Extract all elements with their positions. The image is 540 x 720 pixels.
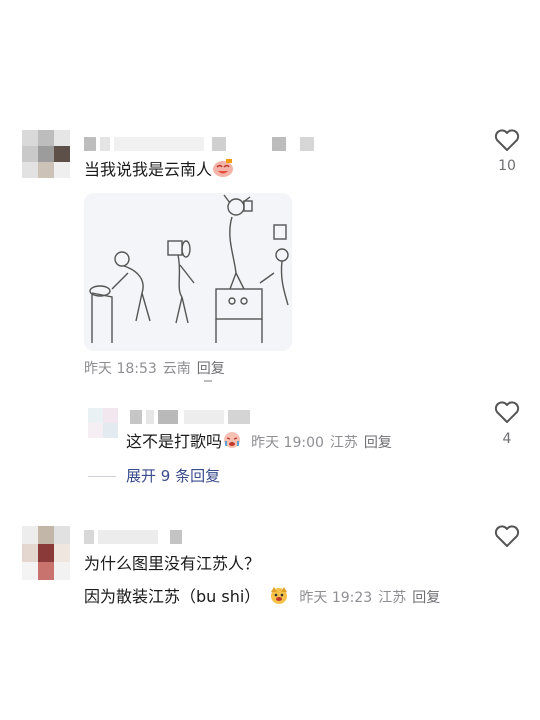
expand-divider xyxy=(88,476,116,477)
comment-image[interactable] xyxy=(84,193,292,351)
comment-location: 云南 xyxy=(162,361,191,377)
comment-location: 江苏 xyxy=(378,590,407,606)
comment-text: 当我说我是云南人 xyxy=(84,158,234,183)
reply-text-content: 这不是打歌吗 xyxy=(126,432,223,451)
crying-face-emoji xyxy=(222,430,242,455)
avatar[interactable] xyxy=(22,526,70,580)
reply-button[interactable]: 回复 xyxy=(364,435,392,451)
username-blurred[interactable] xyxy=(84,530,184,544)
reply-meta: 昨天 19:00 江苏 回复 xyxy=(251,435,398,451)
reply-text: 这不是打歌吗 昨天 19:00 江苏 回复 xyxy=(126,430,398,455)
expand-replies-link[interactable]: 展开 9 条回复 xyxy=(126,465,220,486)
reply-button[interactable]: 回复 xyxy=(197,361,225,377)
reply-location: 江苏 xyxy=(329,435,358,451)
avatar[interactable] xyxy=(22,130,70,178)
like-count: 10 xyxy=(498,158,516,174)
comment-time: 昨天 19:23 xyxy=(299,590,373,606)
comment-text-content: 因为散装江苏（bu shi） xyxy=(84,587,261,606)
like-heart-icon[interactable] xyxy=(494,128,520,152)
divider-dot xyxy=(204,380,212,382)
reply-button[interactable]: 回复 xyxy=(412,590,440,606)
like-heart-icon[interactable] xyxy=(494,400,520,424)
stick-figure-drawing xyxy=(84,193,292,351)
username-blurred[interactable] xyxy=(84,137,314,151)
like-heart-icon[interactable] xyxy=(494,524,520,548)
dog-face-emoji xyxy=(268,584,290,611)
like-count: 4 xyxy=(502,431,512,447)
face-with-tears-emoji xyxy=(212,158,234,183)
comment-text-line1: 为什么图里没有江苏人？ xyxy=(84,554,261,573)
reply-time: 昨天 19:00 xyxy=(251,435,324,451)
comment-meta: 昨天 18:53 云南 回复 xyxy=(84,360,231,378)
comment-time: 昨天 18:53 xyxy=(84,361,157,377)
comment-meta: 昨天 19:23 江苏 回复 xyxy=(299,590,446,606)
reply-avatar[interactable] xyxy=(88,408,118,438)
reply-username-blurred[interactable] xyxy=(130,410,250,424)
comment-text-line2: 因为散装江苏（bu shi） 昨天 19:23 江苏 回复 xyxy=(84,584,446,611)
comment-text-content: 当我说我是云南人 xyxy=(84,160,213,179)
